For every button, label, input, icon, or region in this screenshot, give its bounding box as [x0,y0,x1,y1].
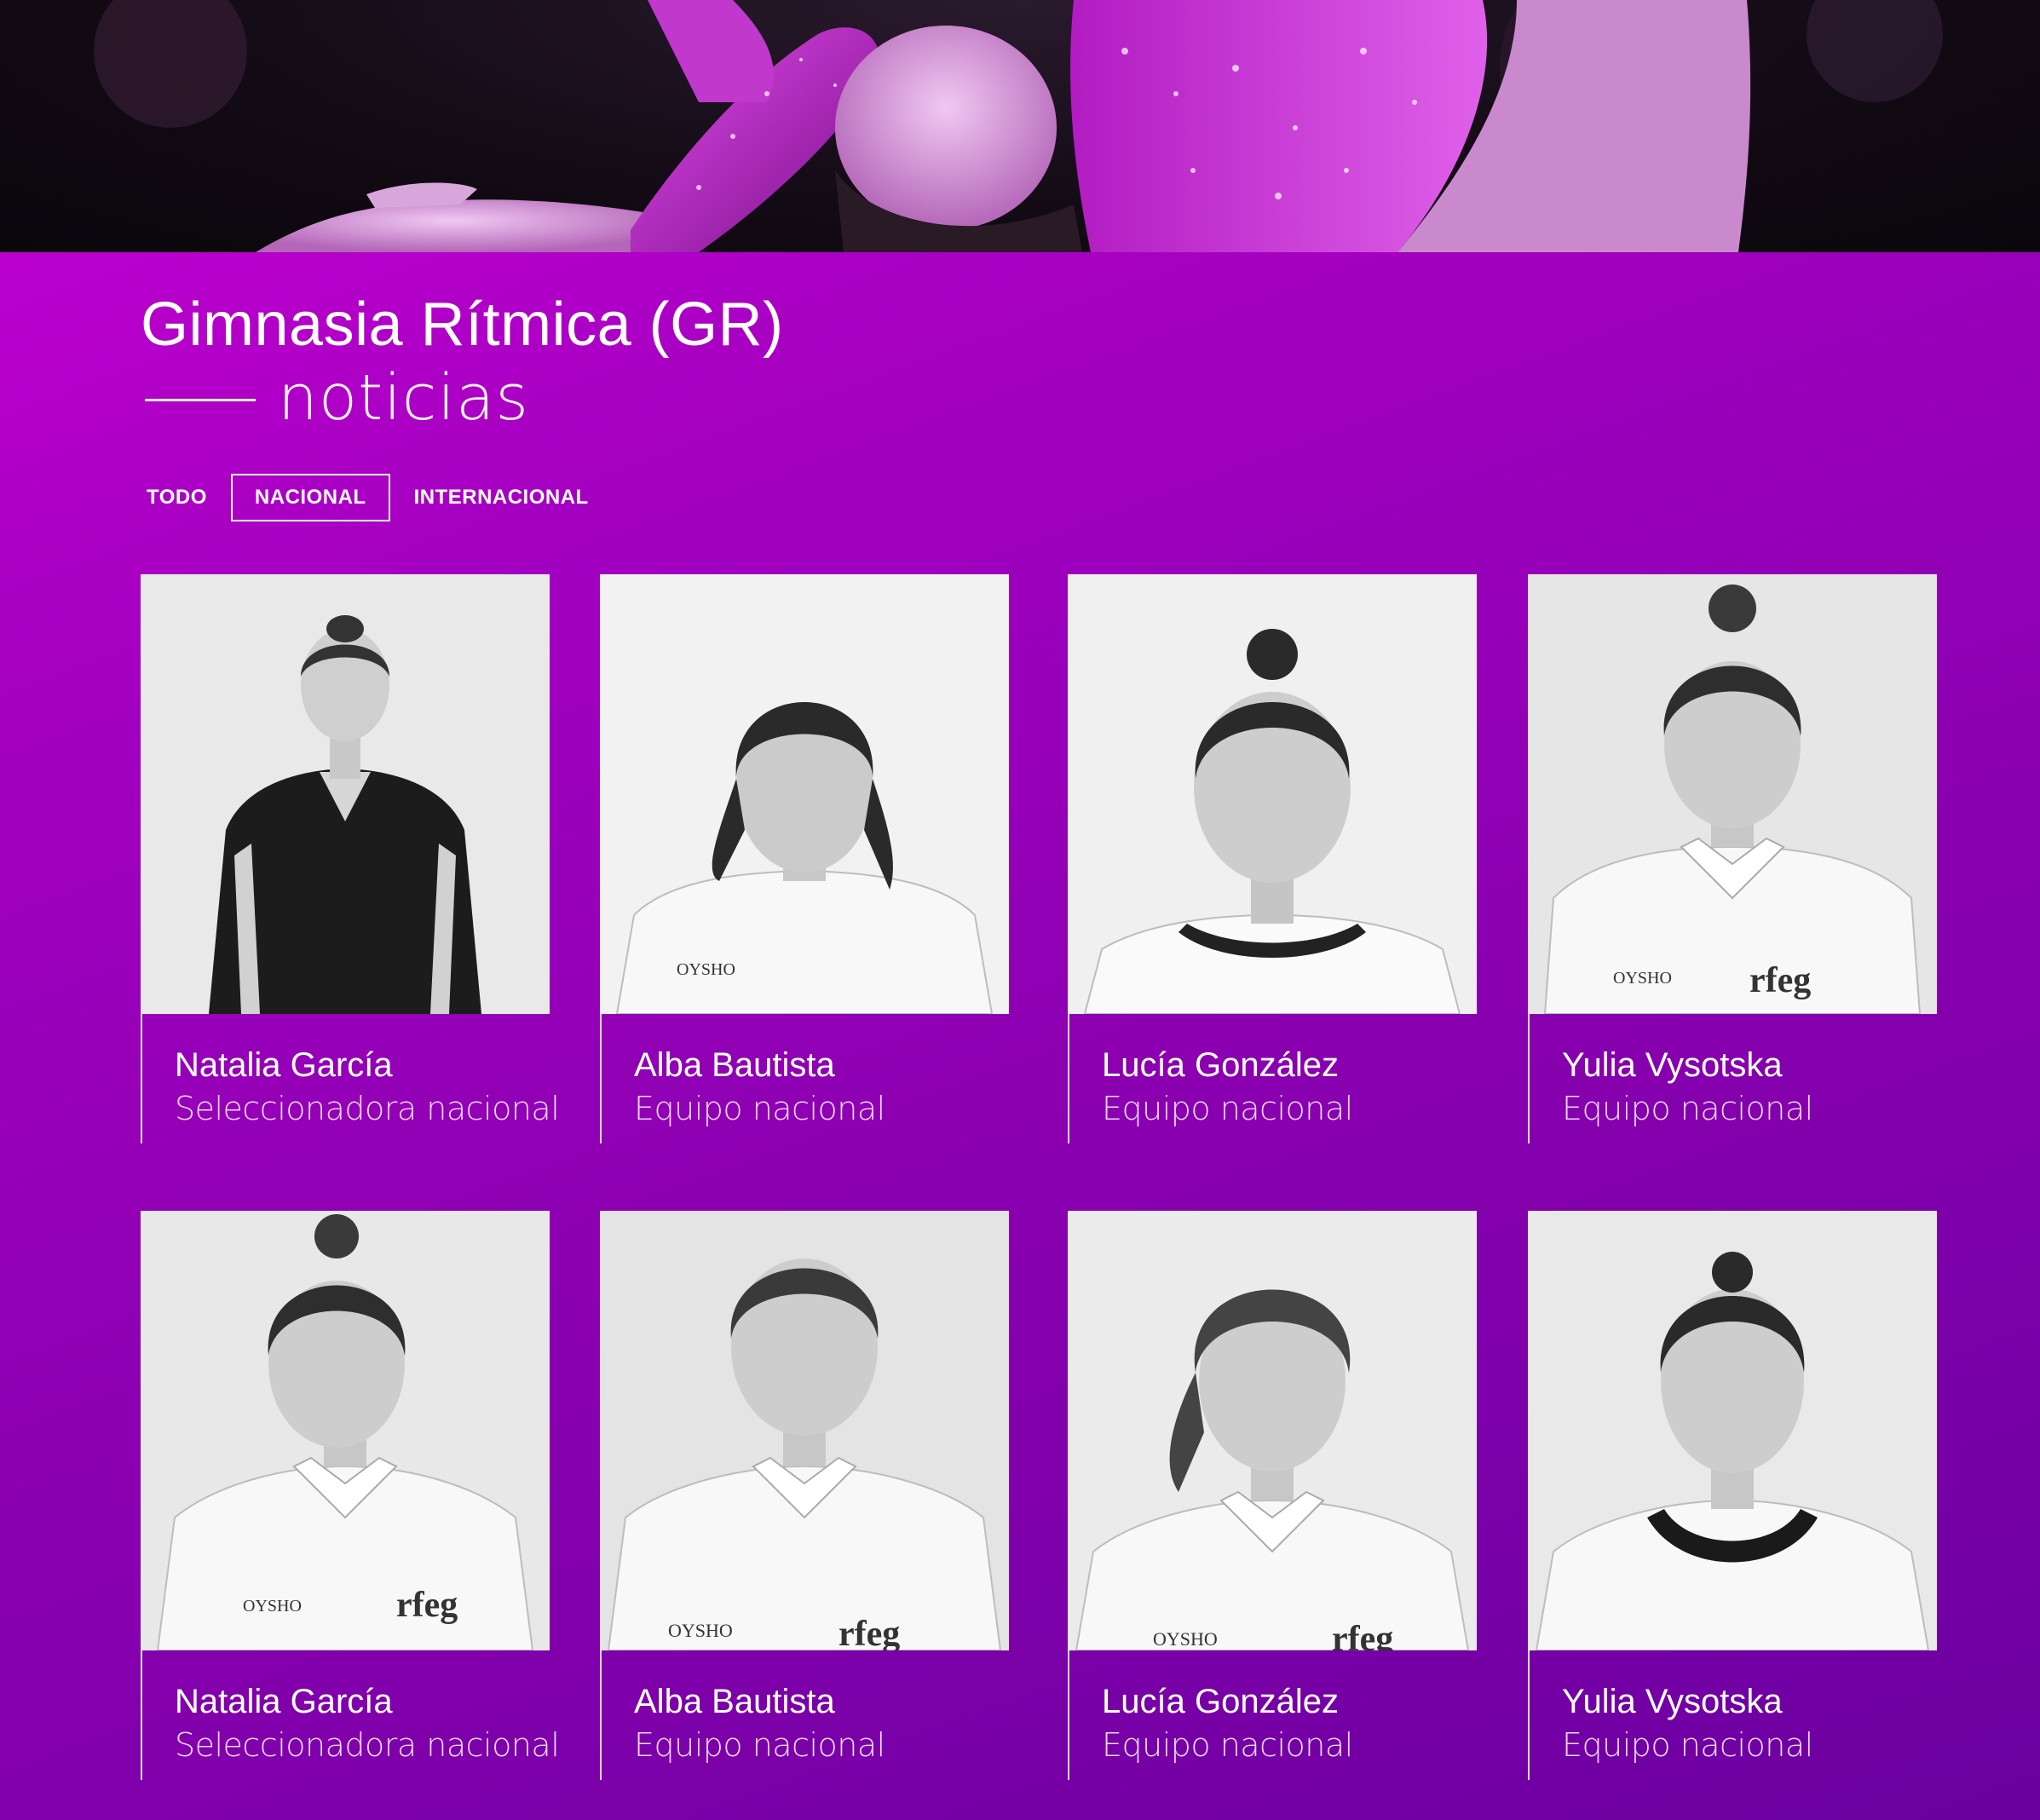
svg-text:rfeg: rfeg [838,1615,900,1650]
athlete-name: Lucía González [1102,1046,1339,1084]
athlete-role: Equipo nacional [1562,1726,1813,1764]
athlete-photo[interactable]: OYSHO rfeg [1068,1211,1477,1650]
athlete-name: Lucía González [1102,1683,1339,1720]
athlete-info: Lucía González Equipo nacional [1068,1014,1477,1143]
athlete-card[interactable]: Yulia Vysotska Equipo nacional [1528,1211,1937,1780]
page: Gimnasia Rítmica (GR) noticias TODO NACI… [0,0,2040,1820]
subtitle-rule [145,399,256,401]
athlete-photo[interactable] [1068,574,1477,1014]
athlete-card[interactable]: Natalia García Seleccionadora nacional [141,574,560,1143]
athlete-name: Natalia García [175,1683,393,1720]
page-subtitle: noticias [278,361,529,435]
athlete-card[interactable]: OYSHO rfeg Lucía González Equipo naciona… [1068,1211,1477,1780]
athlete-name: Alba Bautista [634,1683,835,1720]
athlete-role: Seleccionadora nacional [175,1726,560,1764]
athlete-role: Equipo nacional [634,1090,885,1127]
filter-tab-todo[interactable]: TODO [128,474,226,521]
filter-tab-nacional[interactable]: NACIONAL [230,474,390,521]
athlete-name: Alba Bautista [634,1046,835,1084]
athlete-role: Seleccionadora nacional [175,1090,560,1127]
svg-text:rfeg: rfeg [1749,961,1811,1000]
athlete-card[interactable]: Lucía González Equipo nacional [1068,574,1477,1143]
svg-text:rfeg: rfeg [396,1586,458,1625]
athlete-info: Lucía González Equipo nacional [1068,1650,1477,1780]
athlete-role: Equipo nacional [1562,1090,1813,1127]
athlete-info: Yulia Vysotska Equipo nacional [1528,1650,1937,1780]
athlete-photo[interactable]: OYSHO rfeg [600,1211,1009,1650]
svg-text:OYSHO: OYSHO [1153,1628,1218,1650]
athlete-role: Equipo nacional [1102,1726,1353,1764]
athlete-role: Equipo nacional [1102,1090,1353,1127]
svg-text:OYSHO: OYSHO [243,1597,302,1616]
svg-text:OYSHO: OYSHO [1613,969,1672,988]
athlete-card[interactable]: OYSHO rfeg Yulia Vysotska Equipo naciona… [1528,574,1937,1143]
svg-text:OYSHO: OYSHO [677,960,735,979]
athlete-info: Natalia García Seleccionadora nacional [141,1014,560,1143]
athlete-card[interactable]: OYSHO rfeg Alba Bautista Equipo nacional [600,1211,1009,1780]
athlete-info: Alba Bautista Equipo nacional [600,1014,1009,1143]
page-title: Gimnasia Rítmica (GR) [141,291,784,359]
filter-tabs: TODO NACIONAL INTERNACIONAL [128,474,613,521]
athlete-photo[interactable]: OYSHO [600,574,1009,1014]
svg-text:OYSHO: OYSHO [668,1620,733,1641]
svg-text:rfeg: rfeg [1332,1620,1393,1650]
athlete-info: Alba Bautista Equipo nacional [600,1650,1009,1780]
athlete-card[interactable]: OYSHO rfeg Natalia García Seleccionadora… [141,1211,560,1780]
athlete-name: Natalia García [175,1046,393,1084]
athlete-photo[interactable]: OYSHO rfeg [1528,574,1937,1014]
athlete-photo[interactable] [1528,1211,1937,1650]
filter-tab-internacional[interactable]: INTERNACIONAL [395,474,608,521]
athlete-info: Yulia Vysotska Equipo nacional [1528,1014,1937,1143]
athlete-role: Equipo nacional [634,1726,885,1764]
athlete-photo[interactable] [141,574,550,1014]
athlete-card[interactable]: OYSHO Alba Bautista Equipo nacional [600,574,1009,1143]
athlete-photo[interactable]: OYSHO rfeg [141,1211,550,1650]
athlete-info: Natalia García Seleccionadora nacional [141,1650,560,1780]
hero-gymnast-image [94,0,1943,252]
athlete-name: Yulia Vysotska [1562,1683,1783,1720]
athlete-name: Yulia Vysotska [1562,1046,1783,1084]
hero-banner [0,0,2040,252]
